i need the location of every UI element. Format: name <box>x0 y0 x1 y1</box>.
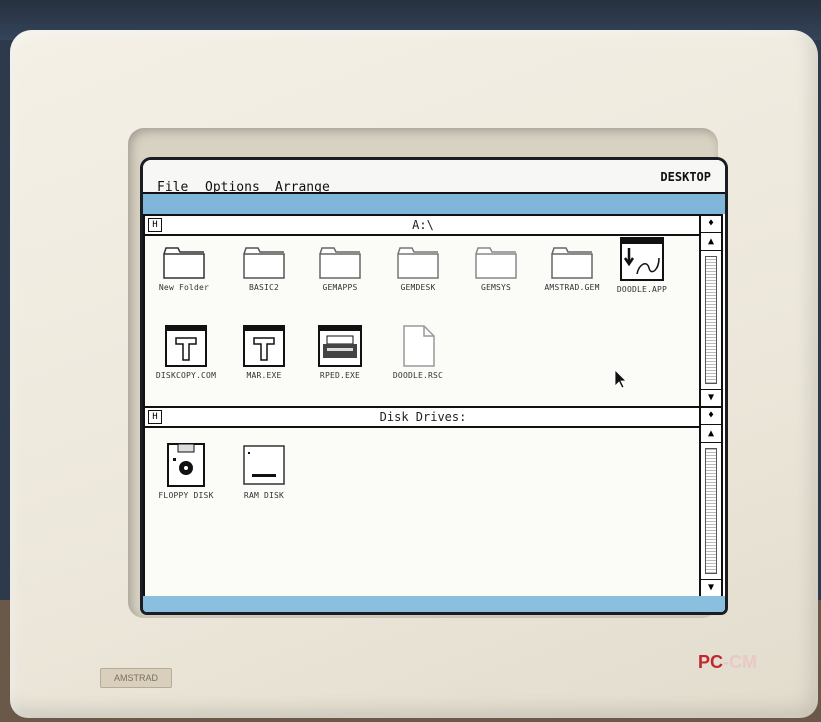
scroll-down-button[interactable]: ▼ <box>701 389 721 406</box>
scroll-track[interactable] <box>705 448 717 574</box>
desktop-background-bottom <box>143 596 725 612</box>
desktop-menu-label[interactable]: DESKTOP <box>660 170 711 184</box>
brand-plate: AMSTRAD <box>100 668 172 688</box>
brand-pc: PC <box>698 652 724 672</box>
scroll-up-button[interactable]: ▲ <box>701 426 721 443</box>
menu-file[interactable]: File <box>157 180 188 195</box>
file-icon-new-folder[interactable]: New Folder <box>149 244 219 292</box>
floppy-disk-icon <box>167 443 205 487</box>
folder-icon <box>243 247 285 279</box>
window-disk-drives: H Disk Drives: ♦ ▲ ▼ FLOPPY DISK RAM DIS… <box>143 406 723 598</box>
folder-icon <box>551 247 593 279</box>
file-icon-gemapps[interactable]: GEMAPPS <box>305 244 375 292</box>
folder-icon <box>475 247 517 279</box>
icon-label: DISKCOPY.COM <box>155 371 217 380</box>
file-icon-doodle-rsc[interactable]: DOODLE.RSC <box>383 324 453 380</box>
file-icon-diskcopy[interactable]: DISKCOPY.COM <box>151 324 221 380</box>
icon-label: New Folder <box>158 283 210 292</box>
mouse-pointer-icon <box>614 369 627 389</box>
fuller-button[interactable]: ♦ <box>701 216 721 233</box>
vertical-scrollbar[interactable]: ♦ ▲ ▼ <box>699 408 721 596</box>
tool-icon <box>165 325 207 367</box>
drive-icon-floppy[interactable]: FLOPPY DISK <box>151 442 221 500</box>
window-titlebar[interactable]: H A:\ <box>145 216 701 236</box>
document-icon <box>403 325 435 367</box>
tool-icon <box>243 325 285 367</box>
folder-icon <box>163 247 205 279</box>
icon-label: RAM DISK <box>243 491 285 500</box>
icon-label: MAR.EXE <box>246 371 282 380</box>
ram-disk-icon <box>243 445 285 485</box>
folder-icon <box>397 247 439 279</box>
icon-label: DOODLE.RSC <box>392 371 444 380</box>
icon-label: FLOPPY DISK <box>158 491 214 500</box>
icon-label: AMSTRAD.GEM <box>544 283 600 292</box>
file-icon-mar-exe[interactable]: MAR.EXE <box>229 324 299 380</box>
app-icon <box>620 237 664 281</box>
icon-label: GEMSYS <box>480 283 512 292</box>
menu-arrange[interactable]: Arrange <box>275 180 330 195</box>
screen: File Options Arrange DESKTOP H A:\ ♦ ▲ ▼… <box>143 160 725 612</box>
scroll-track[interactable] <box>705 256 717 384</box>
vertical-scrollbar[interactable]: ♦ ▲ ▼ <box>699 216 721 406</box>
file-icon-gemdesk[interactable]: GEMDESK <box>383 244 453 292</box>
file-icon-gemsys[interactable]: GEMSYS <box>461 244 531 292</box>
file-icon-basic2[interactable]: BASIC2 <box>229 244 299 292</box>
window-title: Disk Drives: <box>379 410 467 424</box>
icon-label: BASIC2 <box>248 283 280 292</box>
icon-label: DOODLE.APP <box>616 285 668 294</box>
folder-icon <box>319 247 361 279</box>
file-icon-doodle-app[interactable]: DOODLE.APP <box>607 236 677 294</box>
drive-icon-ram[interactable]: RAM DISK <box>229 442 299 500</box>
desktop-background <box>143 194 725 214</box>
menu-options[interactable]: Options <box>205 180 260 195</box>
icon-label: RPED.EXE <box>319 371 361 380</box>
file-icon-rped-exe[interactable]: RPED.EXE <box>305 324 375 380</box>
window-title: A:\ <box>412 218 434 232</box>
icon-label: GEMAPPS <box>322 283 358 292</box>
scroll-up-button[interactable]: ▲ <box>701 234 721 251</box>
scroll-down-button[interactable]: ▼ <box>701 579 721 596</box>
window-drive-a: H A:\ ♦ ▲ ▼ New Folder BASIC2 GEMAPPS GE… <box>143 214 723 408</box>
brand-cm: -CM <box>723 652 758 672</box>
menu-bar: File Options Arrange DESKTOP <box>143 160 725 195</box>
brand-logo: PC-CM <box>698 652 778 674</box>
icon-label: GEMDESK <box>400 283 436 292</box>
fuller-button[interactable]: ♦ <box>701 408 721 425</box>
file-icon-amstrad-gem[interactable]: AMSTRAD.GEM <box>537 244 607 292</box>
window-titlebar[interactable]: H Disk Drives: <box>145 408 701 428</box>
printer-icon <box>318 325 362 367</box>
